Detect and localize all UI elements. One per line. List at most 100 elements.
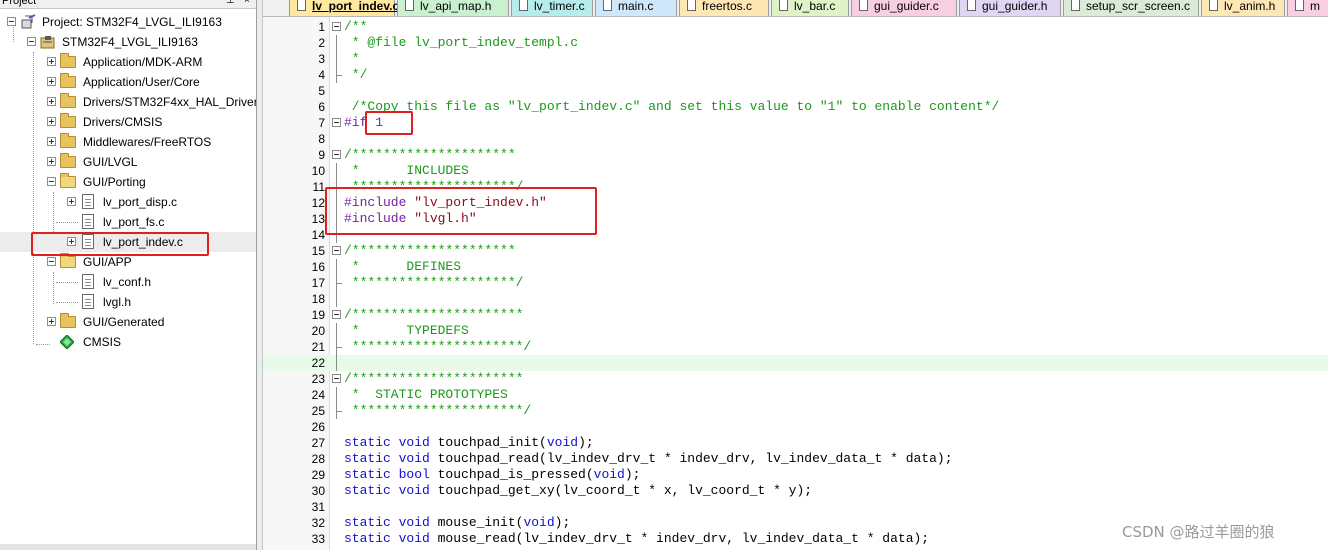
code-line[interactable]: 23 /********************** [263, 371, 1328, 387]
tab-1[interactable]: lv_api_map.h [397, 0, 509, 16]
tree-item-file[interactable]: lv_conf.h [0, 272, 256, 292]
tree-item-folder[interactable]: Middlewares/FreeRTOS [0, 132, 256, 152]
collapse-icon[interactable] [47, 177, 56, 186]
fold-toggle-icon[interactable] [332, 374, 341, 383]
code-line[interactable]: 11 *********************/ [263, 179, 1328, 195]
expand-icon[interactable] [67, 197, 76, 206]
collapse-icon[interactable] [7, 17, 16, 26]
tree-item-folder[interactable]: GUI/APP [0, 252, 256, 272]
tab-6[interactable]: gui_guider.c [851, 0, 957, 16]
line-number: 17 [311, 276, 325, 290]
code-editor[interactable]: 1/** 2 * @file lv_port_indev_templ.c 3 * 4 … [263, 17, 1328, 550]
code-text: #if 1 [344, 115, 383, 131]
code-line[interactable]: 12 #include "lv_port_indev.h" [263, 195, 1328, 211]
close-icon[interactable]: × [244, 0, 250, 8]
tab-label: lv_timer.c [534, 0, 585, 13]
code-line[interactable]: 3 * [263, 51, 1328, 67]
tree-item-label: lv_conf.h [103, 275, 152, 289]
tab-label: gui_guider.c [874, 0, 939, 13]
code-line[interactable]: 26 [263, 419, 1328, 435]
expand-icon[interactable] [47, 117, 56, 126]
tree-item-folder[interactable]: GUI/Porting [0, 172, 256, 192]
code-token: static void [344, 483, 438, 498]
line-number: 11 [312, 180, 325, 194]
code-line[interactable]: 4 */ [263, 67, 1328, 83]
code-token: /** [344, 19, 368, 34]
collapse-icon[interactable] [47, 257, 56, 266]
tree-item-component[interactable]: CMSIS [0, 332, 256, 352]
code-line[interactable]: 18 [263, 291, 1328, 307]
tab-3[interactable]: main.c [595, 0, 677, 16]
code-line[interactable]: 10 * INCLUDES [263, 163, 1328, 179]
code-line[interactable]: 30 static void touchpad_get_xy(lv_coord_t… [263, 483, 1328, 499]
tab-9[interactable]: lv_anim.h [1201, 0, 1285, 16]
code-line[interactable]: 29 static bool touchpad_is_pressed(void); [263, 467, 1328, 483]
tab-7[interactable]: gui_guider.h [959, 0, 1061, 16]
tab-5[interactable]: lv_bar.c [771, 0, 849, 16]
code-line[interactable]: 19 /********************** [263, 307, 1328, 323]
code-token: *********************/ [344, 275, 524, 290]
tree-item-label: Application/MDK-ARM [83, 55, 203, 69]
tree-item-file[interactable]: lv_port_disp.c [0, 192, 256, 212]
code-line[interactable]: 8 [263, 131, 1328, 147]
code-token: mouse_read(lv_indev_drv_t * indev_drv, l… [437, 531, 930, 546]
expand-icon[interactable] [47, 317, 56, 326]
tab-2[interactable]: lv_timer.c [511, 0, 593, 16]
expand-icon[interactable] [47, 97, 56, 106]
fold-toggle-icon[interactable] [332, 150, 341, 159]
code-line[interactable]: 20 * TYPEDEFS [263, 323, 1328, 339]
tree-item-folder[interactable]: Drivers/CMSIS [0, 112, 256, 132]
tree-item-file[interactable]: lvgl.h [0, 292, 256, 312]
tab-10[interactable]: m [1287, 0, 1328, 16]
expand-icon[interactable] [67, 237, 76, 246]
tree-item-file[interactable]: lv_port_fs.c [0, 212, 256, 232]
expand-icon[interactable] [47, 77, 56, 86]
expand-icon[interactable] [47, 137, 56, 146]
code-line[interactable]: 13 #include "lvgl.h" [263, 211, 1328, 227]
code-line[interactable]: 1 /** [263, 19, 1328, 35]
tree-item-folder[interactable]: Application/User/Core [0, 72, 256, 92]
tab-8[interactable]: setup_scr_screen.c [1063, 0, 1199, 16]
code-line[interactable]: 28 static void touchpad_read(lv_indev_drv… [263, 451, 1328, 467]
code-line[interactable]: 6 /*Copy this file as "lv_port_indev.c" … [263, 99, 1328, 115]
code-line[interactable]: 27 static void touchpad_init(void); [263, 435, 1328, 451]
code-line[interactable]: 16 * DEFINES [263, 259, 1328, 275]
fold-toggle-icon[interactable] [332, 310, 341, 319]
folder-icon [60, 53, 76, 68]
code-line[interactable]: 7 #if 1 [263, 115, 1328, 131]
code-token: ); [578, 435, 594, 450]
file-icon [82, 194, 94, 209]
code-line[interactable]: 31 [263, 499, 1328, 515]
code-line[interactable]: 5 [263, 83, 1328, 99]
file-icon [297, 0, 306, 11]
code-line[interactable]: 14 [263, 227, 1328, 243]
tab-label: lv_port_indev.c [312, 0, 400, 13]
fold-toggle-icon[interactable] [332, 118, 341, 127]
code-line[interactable]: 15 /********************* [263, 243, 1328, 259]
tree-item-folder[interactable]: Application/MDK-ARM [0, 52, 256, 72]
code-line[interactable]: 22 [263, 355, 1328, 371]
fold-toggle-icon[interactable] [332, 22, 341, 31]
horizontal-scrollbar[interactable] [0, 544, 256, 550]
tab-4[interactable]: freertos.c [679, 0, 769, 16]
tree-item-folder[interactable]: GUI/LVGL [0, 152, 256, 172]
line-number: 31 [311, 500, 325, 514]
tree-item-target[interactable]: STM32F4_LVGL_ILI9163 [0, 32, 256, 52]
expand-icon[interactable] [47, 157, 56, 166]
tree-item-project[interactable]: Project: STM32F4_LVGL_ILI9163 [0, 12, 256, 32]
fold-toggle-icon[interactable] [332, 246, 341, 255]
pin-icon[interactable]: ⊥ [226, 0, 235, 8]
code-line[interactable]: 2 * @file lv_port_indev_templ.c [263, 35, 1328, 51]
code-line[interactable]: 17 *********************/ [263, 275, 1328, 291]
tree-item-folder[interactable]: GUI/Generated [0, 312, 256, 332]
tree-item-file-selected[interactable]: lv_port_indev.c [0, 232, 256, 252]
code-line[interactable]: 25 **********************/ [263, 403, 1328, 419]
code-line[interactable]: 9 /********************* [263, 147, 1328, 163]
code-line[interactable]: 21 **********************/ [263, 339, 1328, 355]
tree-item-folder[interactable]: Drivers/STM32F4xx_HAL_Driver [0, 92, 256, 112]
collapse-icon[interactable] [27, 37, 36, 46]
expand-icon[interactable] [47, 57, 56, 66]
tree-item-label: CMSIS [83, 335, 122, 349]
tab-0[interactable]: lv_port_indev.c [289, 0, 399, 16]
code-line[interactable]: 24 * STATIC PROTOTYPES [263, 387, 1328, 403]
